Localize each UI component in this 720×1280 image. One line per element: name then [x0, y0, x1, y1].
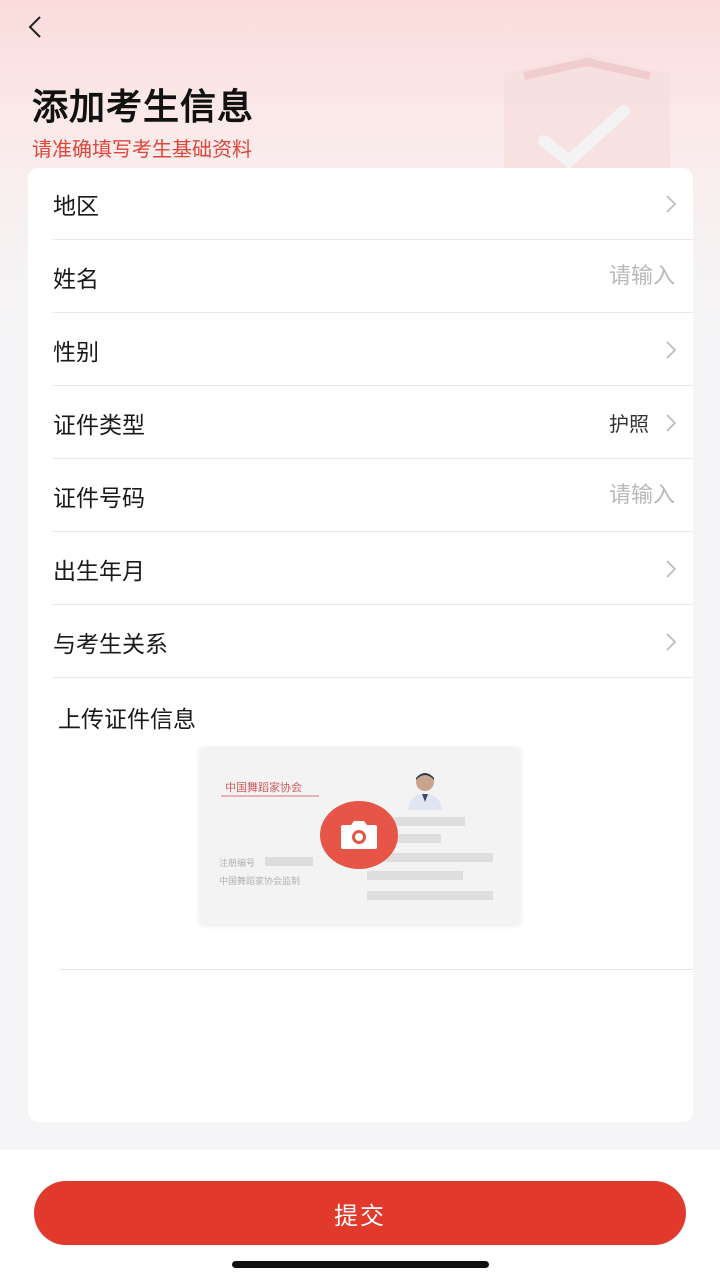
chevron-right-icon — [666, 194, 677, 213]
birth-date-row[interactable]: 出生年月 — [53, 533, 693, 605]
camera-button[interactable] — [320, 801, 398, 869]
chevron-right-icon — [666, 413, 677, 432]
card-org-underline — [221, 795, 319, 797]
card-field-bar — [367, 871, 463, 880]
id-type-value: 护照 — [609, 412, 649, 436]
birth-date-label: 出生年月 — [53, 558, 145, 585]
camera-icon — [341, 821, 377, 849]
region-row[interactable]: 地区 — [53, 168, 693, 240]
chevron-right-icon — [666, 340, 677, 359]
chevron-right-icon — [666, 632, 677, 651]
card-reg-bar — [265, 857, 313, 866]
card-supervise-text: 中国舞蹈家协会监制 — [219, 877, 301, 887]
relation-label: 与考生关系 — [53, 631, 168, 658]
region-label: 地区 — [53, 193, 99, 220]
id-type-row[interactable]: 证件类型 护照 — [53, 387, 693, 459]
upload-divider — [60, 969, 693, 970]
name-label: 姓名 — [53, 266, 99, 293]
id-upload-area[interactable]: 中国舞蹈家协会 注册编号 中国舞蹈家协会监制 — [199, 746, 521, 924]
upload-title: 上传证件信息 — [58, 707, 196, 733]
gender-row[interactable]: 性别 — [53, 314, 693, 386]
name-row: 姓名 — [53, 241, 693, 313]
id-type-label: 证件类型 — [53, 412, 145, 439]
card-org-name: 中国舞蹈家协会 — [225, 781, 302, 794]
avatar-placeholder-icon — [408, 773, 442, 810]
submit-button[interactable]: 提交 — [34, 1181, 686, 1245]
back-button[interactable] — [18, 10, 52, 44]
gender-label: 性别 — [53, 339, 99, 366]
chevron-right-icon — [666, 559, 677, 578]
id-number-input[interactable] — [453, 482, 677, 509]
shield-watermark-icon — [504, 54, 670, 168]
page-title: 添加考生信息 — [32, 87, 255, 128]
chevron-left-icon — [28, 16, 41, 38]
form-card: 地区 姓名 性别 证件类型 护照 证件号码 出生年月 — [28, 168, 693, 1122]
card-reg-label: 注册编号 — [219, 859, 256, 869]
id-number-label: 证件号码 — [53, 485, 145, 512]
home-indicator — [232, 1261, 489, 1268]
id-number-row: 证件号码 — [53, 460, 693, 532]
relation-row[interactable]: 与考生关系 — [53, 606, 693, 678]
page-subtitle: 请准确填写考生基础资料 — [32, 137, 252, 161]
name-input[interactable] — [453, 263, 677, 290]
card-field-bar — [367, 891, 493, 900]
